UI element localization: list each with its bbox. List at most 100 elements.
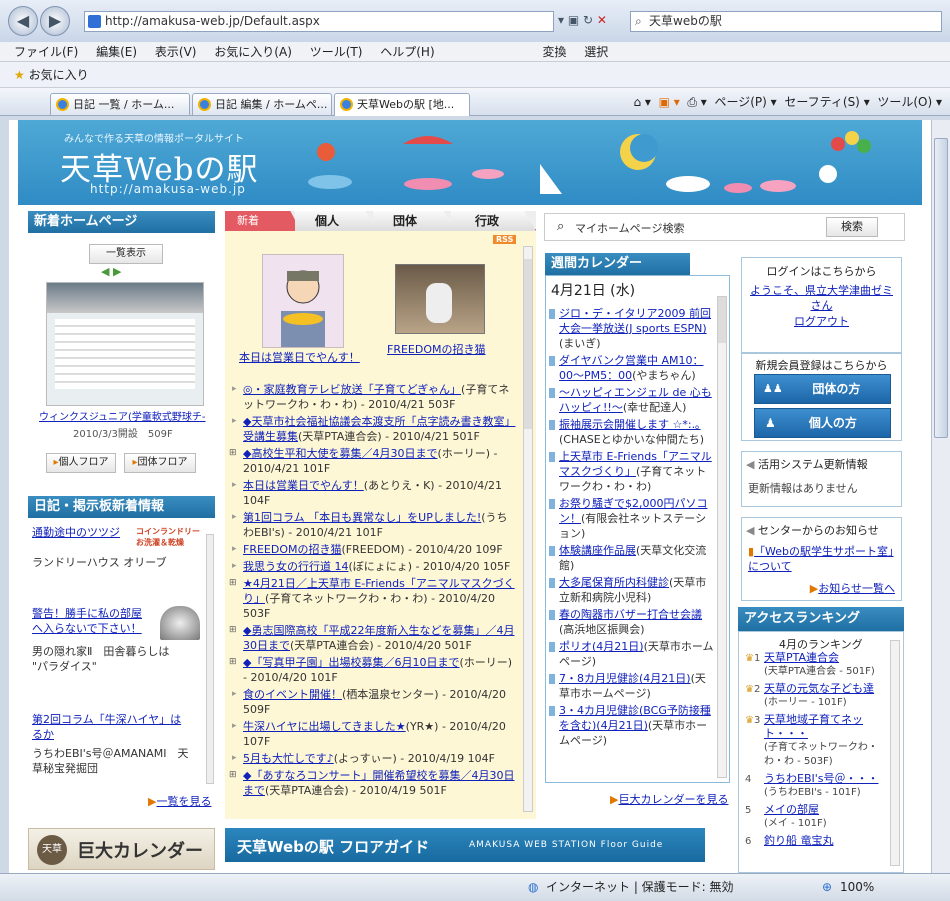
tab-diary-edit[interactable]: 日記 編集 / ホームペ...: [192, 93, 332, 115]
ranking-link[interactable]: 天草の元気な子ども達: [764, 682, 888, 696]
news-link[interactable]: 牛深ハイヤに出場してきました★: [243, 720, 406, 733]
rss-icon[interactable]: ▣ ▾: [659, 95, 680, 109]
diary-item-link[interactable]: 第2回コラム「牛深ハイヤ」はるか: [32, 712, 192, 742]
news-link[interactable]: ◆「写真甲子園」出場校募集／6月10日まで: [243, 656, 459, 669]
menu-tools[interactable]: ツール(T): [310, 45, 363, 59]
ranking-link[interactable]: 釣り船 竜宝丸: [764, 834, 888, 848]
page-scroll-thumb[interactable]: [934, 138, 948, 438]
calendar-link[interactable]: 体験講座作品展: [559, 544, 636, 557]
diary-item-link[interactable]: 警告！勝手に私の部屋へ入らないで下さい！: [32, 606, 152, 636]
big-calendar-link[interactable]: ▶巨大カレンダーを見る: [610, 791, 728, 807]
calendar-link[interactable]: 振袖展示会開催します ☆*:.｡: [559, 418, 701, 431]
page-scrollbar[interactable]: [931, 120, 950, 873]
news-link[interactable]: 本日は営業日でやんす！: [243, 479, 364, 492]
welcome-link[interactable]: ようこそ、県立大学津曲ゼミさん: [742, 283, 901, 313]
tools-menu[interactable]: ツール(O): [877, 95, 932, 109]
news-link[interactable]: ◆高校生平和大使を募集／4月30日まで: [243, 447, 437, 460]
calendar-date: 4月21日 (水): [551, 283, 636, 299]
ranking-sub: (天草PTA連合会 - 501F): [764, 666, 875, 677]
ie-icon: [56, 98, 69, 111]
news-link[interactable]: 第1回コラム 「本日も異常なし」をUPしました!: [243, 511, 481, 524]
news-item: 5月も大忙しです♪(よっすぃー) - 2010/4/19 104F: [229, 751, 517, 766]
ranking-link[interactable]: 天草地域子育てネット・・・: [764, 713, 888, 741]
ranking-link[interactable]: うちわEBI's号＠・・・: [764, 772, 888, 786]
ranking-scrollbar[interactable]: [890, 640, 900, 866]
personal-floor-button[interactable]: ▸個人フロア: [46, 453, 116, 473]
ranking-link[interactable]: メイの部屋: [764, 803, 888, 817]
tab-diary-list[interactable]: 日記 一覧 / ホーム...: [50, 93, 190, 115]
menu-view[interactable]: 表示(V): [155, 45, 197, 59]
news-scrollbar[interactable]: [523, 246, 533, 812]
search-button[interactable]: 検索: [826, 217, 878, 237]
homepage-search-placeholder[interactable]: マイホームページ検索: [575, 220, 684, 236]
tab-government[interactable]: 行政: [451, 211, 536, 231]
news-link[interactable]: 5月も大忙しです♪: [243, 752, 334, 765]
print-icon[interactable]: ⎙ ▾: [687, 95, 706, 109]
back-button[interactable]: ◀: [8, 6, 38, 36]
page-menu[interactable]: ページ(P): [714, 95, 766, 109]
select-button[interactable]: 選択: [584, 45, 608, 59]
translate-button[interactable]: 変換: [542, 45, 566, 59]
homepage-thumbnail[interactable]: [46, 282, 204, 406]
favorites-button[interactable]: お気に入り: [29, 68, 89, 82]
notice-list-link[interactable]: ▶お知らせ一覧へ: [810, 580, 895, 596]
calendar-author: (CHASEとゆかいな仲間たち): [559, 433, 704, 446]
new-homepage-link[interactable]: ウィンクスジュニア(学童軟式野球チ-: [39, 408, 219, 423]
feature-image-1[interactable]: [262, 254, 344, 348]
tab-group[interactable]: 団体: [373, 211, 455, 231]
url-input[interactable]: http://amakusa-web.jp/Default.aspx: [84, 11, 554, 32]
ranking-item: ♛1 天草PTA連合会 (天草PTA連合会 - 501F): [742, 651, 888, 679]
rss-badge[interactable]: RSS: [493, 235, 517, 244]
news-link[interactable]: ◎・家庭教育テレビ放送「子育てどぎゃん」: [243, 383, 461, 396]
forward-button[interactable]: ▶: [40, 6, 70, 36]
calendar-link[interactable]: ジロ・デ・イタリア2009 前回大会一挙放送(J sports ESPN): [559, 307, 711, 335]
floor-guide-banner[interactable]: 天草Webの駅 フロアガイド AMAKUSA WEB STATION Floor…: [225, 828, 705, 862]
center-notice-link[interactable]: 「Webの駅学生サポート室」について: [748, 545, 894, 573]
diary-item-author: うちわEBI's号＠AMANAMI 天草秘宝発掘団: [32, 747, 189, 775]
news-item: ◆「あすなろコンサート」開催希望校を募集／4月30日まで(天草PTA連合会) -…: [229, 768, 517, 798]
diary-more-link[interactable]: ▶一覧を見る: [148, 793, 211, 809]
group-floor-button[interactable]: ▸団体フロア: [124, 453, 196, 473]
favorites-bar: ★ お気に入り: [0, 62, 950, 88]
ranking-link[interactable]: 天草PTA連合会: [764, 651, 888, 665]
news-link[interactable]: 食のイベント開催！: [243, 688, 342, 701]
home-icon[interactable]: ⌂ ▾: [633, 95, 650, 109]
feature-link-2[interactable]: FREEDOMの招き猫: [387, 341, 486, 357]
news-item: ◆高校生平和大使を募集／4月30日まで(ホーリー) - 2010/4/21 10…: [229, 446, 517, 476]
prev-next-arrows[interactable]: ◀ ▶: [101, 265, 121, 278]
news-link[interactable]: 我思う女の行行道 14: [243, 560, 349, 573]
diary-item: 警告！勝手に私の部屋へ入らないで下さい！ 男の隠れ家Ⅱ 田舎暮らしは "パラダイ…: [32, 606, 214, 712]
diary-scrollbar[interactable]: [206, 534, 214, 784]
person-register-button[interactable]: ♟ 個人の方: [754, 408, 891, 438]
calendar-item: 〜ハッピィエンジェル de 心もハッピィ!!〜(幸せ配達人): [549, 385, 715, 415]
tab-amakusa[interactable]: 天草Webの駅 [地...: [334, 93, 470, 116]
calendar-link[interactable]: 7・8カ月児健診(4月21日): [559, 672, 691, 685]
calendar-link[interactable]: ポリオ(4月21日): [559, 640, 644, 653]
safety-menu[interactable]: セーフティ(S): [784, 95, 860, 109]
menu-edit[interactable]: 編集(E): [96, 45, 137, 59]
ranking-item: ♛2 天草の元気な子ども達 (ホーリー - 101F): [742, 682, 888, 710]
big-calendar-banner[interactable]: 天草 巨大カレンダー: [28, 828, 215, 870]
diary-header: 日記・掲示板新着情報: [28, 496, 215, 518]
calendar-link[interactable]: 大多尾保育所内科健診: [559, 576, 669, 589]
search-input[interactable]: ⌕ 天草webの駅: [630, 11, 942, 32]
news-link[interactable]: FREEDOMの招き猫: [243, 543, 342, 556]
group-register-button[interactable]: ♟♟ 団体の方: [754, 374, 891, 404]
big-calendar-label: 巨大カレンダー: [77, 841, 203, 862]
menu-favorites[interactable]: お気に入り(A): [214, 45, 292, 59]
feature-image-2[interactable]: [395, 264, 485, 334]
list-view-button[interactable]: 一覧表示: [89, 244, 163, 264]
person-illustration: [281, 270, 325, 347]
calendar-link[interactable]: 春の陶器市バザー打合せ会議: [559, 608, 702, 621]
tab-personal[interactable]: 個人: [295, 211, 377, 231]
calendar-scrollbar[interactable]: [717, 296, 727, 778]
logout-link[interactable]: ログアウト: [742, 313, 901, 329]
globe-icon: ◍: [528, 880, 539, 894]
diary-item-link[interactable]: 通勤途中のツツジ: [32, 524, 128, 540]
zoom-level[interactable]: 100%: [840, 874, 874, 900]
menu-help[interactable]: ヘルプ(H): [380, 45, 434, 59]
tab-new[interactable]: 新着: [225, 211, 301, 231]
menu-file[interactable]: ファイル(F): [14, 45, 78, 59]
refresh-stop-buttons[interactable]: ▾ ▣ ↻ ✕: [558, 13, 626, 27]
feature-link-1[interactable]: 本日は営業日でやんす！: [239, 349, 360, 365]
